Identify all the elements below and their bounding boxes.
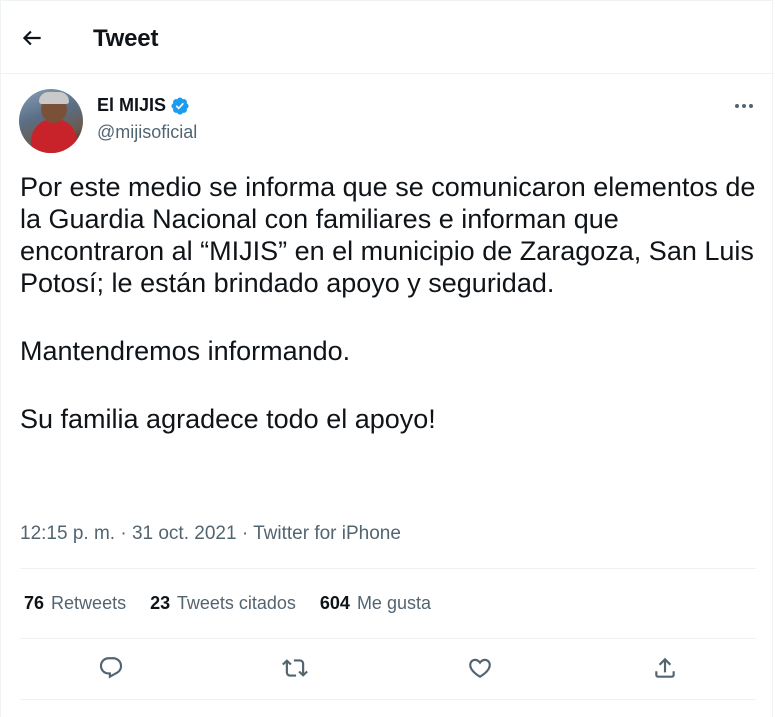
tweet-paragraph: Mantendremos informando. [20,336,351,366]
retweet-icon [282,659,308,677]
meta-separator: · [115,523,132,544]
divider [20,699,756,700]
avatar[interactable] [19,89,83,153]
retweets-count: 76 [24,593,45,613]
retweet-button[interactable] [282,655,308,681]
retweets-label: Retweets [51,593,127,613]
likes-stat[interactable]: 604 Me gusta [320,593,431,614]
retweets-stat[interactable]: 76 Retweets [24,593,126,614]
divider [20,638,756,639]
tweet-page: Tweet El MIJIS @mijisoficial Por este me… [0,0,774,717]
more-button[interactable] [731,95,757,117]
quote-tweets-count: 23 [150,593,171,613]
quote-tweets-label: Tweets citados [176,593,296,613]
tweet-date: 31 oct. 2021 [131,523,237,544]
verified-badge-icon [171,96,189,115]
tweet-paragraph: Su familia agradece todo el apoyo! [20,404,436,434]
heart-icon [469,658,491,678]
author-name-row[interactable]: El MIJIS [97,95,190,116]
tweet-meta: 12:15 p. m. · 31 oct. 2021 · Twitter for… [20,523,401,545]
more-horizontal-icon [735,104,753,108]
like-button[interactable] [467,655,493,681]
page-title: Tweet [93,25,159,52]
reply-icon [99,657,123,679]
likes-count: 604 [319,593,350,613]
author-display-name[interactable]: El MIJIS [97,95,166,116]
arrow-left-icon [22,30,41,46]
likes-label: Me gusta [356,593,431,613]
divider [20,568,756,569]
share-icon [655,657,675,678]
page-header: Tweet [1,1,774,74]
tweet-stats: 76 Retweets 23 Tweets citados 604 Me gus… [24,593,431,614]
tweet-paragraph: Por este medio se informa que se comunic… [20,172,756,298]
share-button[interactable] [652,655,678,681]
tweet-time-link[interactable]: 12:15 p. m. · 31 oct. 2021 [20,523,237,544]
tweet-source-link[interactable]: Twitter for iPhone [253,523,401,544]
back-button[interactable] [19,25,47,53]
reply-button[interactable] [98,655,124,681]
tweet-text: Por este medio se informa que se comunic… [20,171,760,435]
author-handle[interactable]: @mijisoficial [97,122,197,143]
meta-separator: · [236,523,254,544]
tweet-time: 12:15 p. m. [20,523,116,544]
avatar-hair [39,92,69,104]
quote-tweets-stat[interactable]: 23 Tweets citados [150,593,296,614]
avatar-shirt [31,119,77,153]
